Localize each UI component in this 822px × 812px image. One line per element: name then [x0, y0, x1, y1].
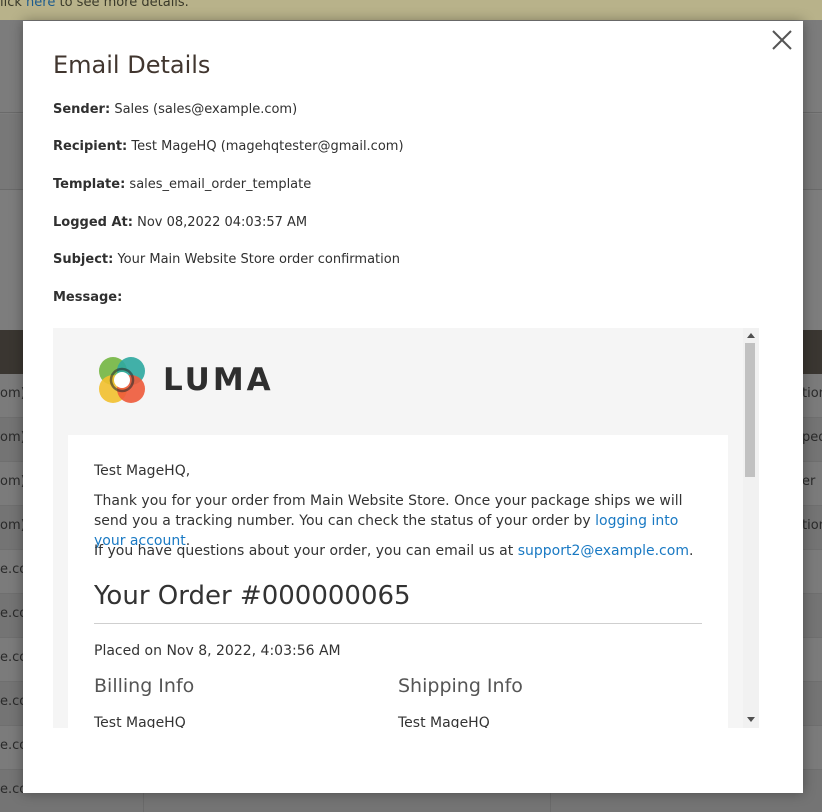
logged-at-label: Logged At: — [53, 215, 133, 230]
scroll-up-icon[interactable] — [747, 333, 755, 338]
subject-value: Your Main Website Store order confirmati… — [117, 252, 400, 267]
message-field: Message: — [53, 290, 122, 305]
scroll-thumb[interactable] — [745, 343, 755, 477]
order-title: Your Order #000000065 — [94, 581, 411, 611]
grid-cell-left: om) — [0, 474, 26, 489]
email-body: Test MageHQ, Thank you for your order fr… — [68, 435, 728, 728]
sender-value: Sales (sales@example.com) — [114, 102, 298, 117]
close-button[interactable] — [771, 29, 793, 51]
billing-info-title: Billing Info — [94, 675, 195, 697]
recipient-label: Recipient: — [53, 139, 128, 154]
support-end: . — [688, 543, 694, 559]
notice-link[interactable]: here — [26, 0, 55, 10]
system-notice: lick here to see more details. — [0, 0, 822, 20]
order-divider — [94, 623, 702, 624]
grid-cell-left: om) — [0, 386, 26, 401]
placed-on: Placed on Nov 8, 2022, 4:03:56 AM — [94, 643, 341, 659]
grid-cell-left: om) — [0, 430, 26, 445]
modal-title: Email Details — [53, 51, 211, 79]
notice-prefix: lick — [0, 0, 22, 10]
grid-cell-right: er — [802, 474, 816, 489]
recipient-value: Test MageHQ (magehqtester@gmail.com) — [131, 139, 404, 154]
email-support: If you have questions about your order, … — [94, 541, 694, 561]
template-value: sales_email_order_template — [129, 177, 312, 192]
subject-field: Subject: Your Main Website Store order c… — [53, 252, 400, 267]
close-icon — [772, 30, 792, 50]
grid-cell-right: tion — [802, 518, 822, 533]
support-text: If you have questions about your order, … — [94, 543, 518, 559]
recipient-field: Recipient: Test MageHQ (magehqtester@gma… — [53, 139, 404, 154]
email-greeting: Test MageHQ, — [94, 463, 191, 479]
luma-logo-icon — [99, 357, 145, 403]
shipping-info-title: Shipping Info — [398, 675, 523, 697]
grid-cell-right: tion — [802, 386, 822, 401]
support-email-link[interactable]: support2@example.com — [518, 543, 689, 559]
message-preview[interactable]: LUMA Test MageHQ, Thank you for your ord… — [53, 328, 759, 728]
scroll-down-icon[interactable] — [747, 717, 755, 722]
logged-at-value: Nov 08,2022 04:03:57 AM — [137, 215, 308, 230]
message-label: Message: — [53, 290, 123, 305]
grid-cell-left: om) — [0, 518, 26, 533]
template-field: Template: sales_email_order_template — [53, 177, 311, 192]
preview-scrollbar[interactable] — [743, 328, 759, 728]
email-header: LUMA — [53, 328, 743, 435]
sender-field: Sender: Sales (sales@example.com) — [53, 102, 297, 117]
email-details-modal: Email Details Sender: Sales (sales@examp… — [23, 21, 803, 793]
shipping-name: Test MageHQ — [398, 715, 490, 728]
template-label: Template: — [53, 177, 126, 192]
notice-suffix: to see more details. — [59, 0, 189, 10]
luma-logo-text: LUMA — [163, 362, 274, 398]
subject-label: Subject: — [53, 252, 114, 267]
sender-label: Sender: — [53, 102, 111, 117]
grid-cell-right: ped — [802, 430, 822, 445]
logged-at-field: Logged At: Nov 08,2022 04:03:57 AM — [53, 215, 307, 230]
